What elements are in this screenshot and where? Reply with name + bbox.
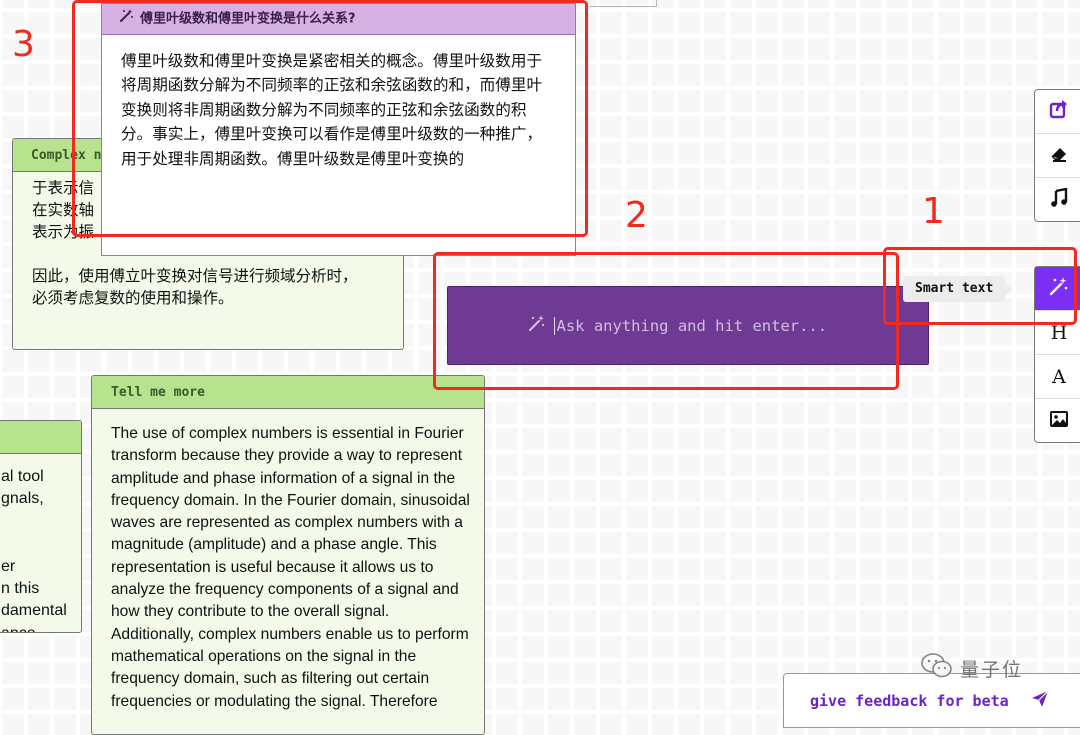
ask-input[interactable] [554,315,849,336]
card-body: The use of complex numbers is essential … [111,425,470,710]
send-icon [1031,690,1049,712]
annotation-number-1: 1 [922,191,945,232]
card-line [0,511,81,533]
canvas-edge [588,0,657,7]
card-line: ance. [0,623,81,632]
music-button[interactable] [1035,178,1080,222]
card-line [0,533,81,555]
eraser-button[interactable] [1035,134,1080,178]
card-line: er [1,557,16,575]
card-line: 必须考虑复数的使用和操作。 [32,289,234,307]
ask-bar[interactable] [447,286,929,365]
heading-button[interactable]: H [1035,311,1080,355]
heading-icon: H [1050,321,1068,344]
answer-card-header: 傅里叶级数和傅里叶变换是什么关系? [102,4,575,35]
toolbar-bottom: H A [1034,266,1080,443]
image-icon [1049,410,1069,433]
feedback-label: give feedback for beta [810,691,1009,710]
wechat-icon [920,652,954,685]
card-body: al tool gnals, er n this damental ance. [0,454,81,632]
smart-text-button[interactable] [1035,267,1080,311]
card-line: al tool [1,468,44,485]
font-button[interactable]: A [1035,355,1080,399]
annotation-number-3: 3 [12,24,35,65]
card-line: 因此，使用傅立叶变换对信号进行频域分析时， [32,267,358,285]
answer-card-body: 傅里叶级数和傅里叶变换是紧密相关的概念。傅里叶级数用于将周期函数分解为不同频率的… [121,52,543,168]
font-icon: A [1052,365,1066,388]
watermark: 量子位 [920,652,1023,685]
eraser-icon [1049,143,1069,168]
toolbar-top [1034,89,1080,222]
tell-me-more-card[interactable]: Tell me more The use of complex numbers … [91,375,485,735]
magic-wand-icon [120,4,134,34]
card-line: damental [1,602,67,620]
card-line: n this [1,580,40,598]
smart-text-answer-card[interactable]: 傅里叶级数和傅里叶变换是什么关系? 傅里叶级数和傅里叶变换是紧密相关的概念。傅里… [101,3,576,256]
share-icon [1049,99,1069,124]
card-title: Tell me more [92,376,484,409]
card-title [0,421,81,454]
smart-text-tooltip: Smart text [903,276,1013,302]
share-button[interactable] [1035,90,1080,134]
magic-wand-icon [1049,276,1069,301]
magic-wand-icon [528,314,546,337]
annotation-number-2: 2 [625,195,648,236]
image-button[interactable] [1035,399,1080,443]
card-line: gnals, [1,490,44,508]
watermark-text: 量子位 [960,659,1024,681]
answer-card-question: 傅里叶级数和傅里叶变换是什么关系? [140,11,356,27]
music-note-icon [1049,187,1069,213]
partial-card[interactable]: al tool gnals, er n this damental ance. [0,420,82,633]
